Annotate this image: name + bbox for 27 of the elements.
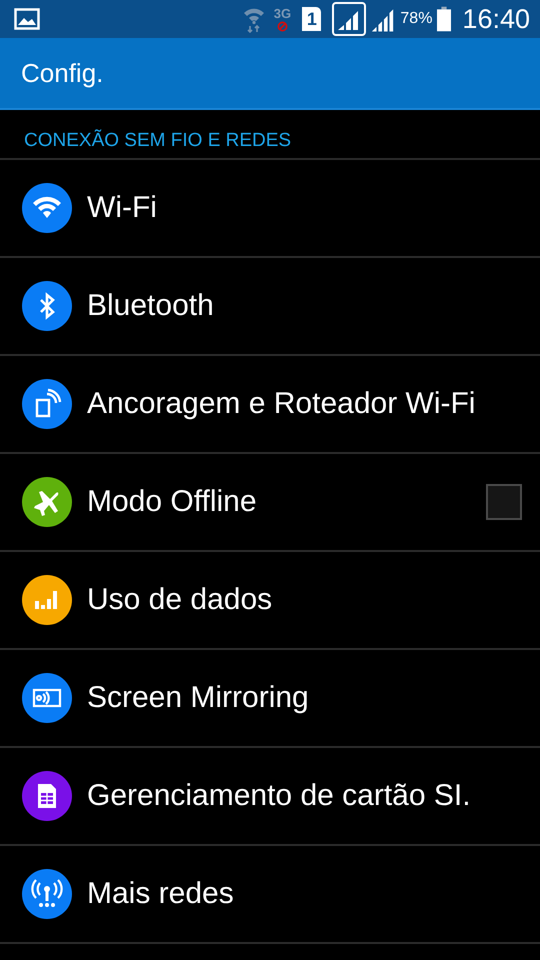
screen-title: Config. xyxy=(21,58,104,88)
settings-item[interactable]: Gerenciamento de cartão SI. xyxy=(0,748,540,846)
battery-icon xyxy=(437,6,452,32)
item-label: Mais redes xyxy=(87,877,235,911)
item-label: Ancoragem e Roteador Wi-Fi xyxy=(87,387,476,421)
item-label: Screen Mirroring xyxy=(87,681,310,715)
settings-item[interactable]: Screen Mirroring xyxy=(0,650,540,748)
blocked-icon xyxy=(276,20,288,32)
section-header: CONEXÃO SEM FIO E REDES xyxy=(24,130,292,152)
sim-badge: 1 xyxy=(302,7,322,31)
image-icon xyxy=(14,8,40,30)
settings-item[interactable]: Uso de dados xyxy=(0,552,540,650)
item-label: Bluetooth xyxy=(87,289,215,323)
network-type-label: 3G xyxy=(274,6,292,20)
item-label: Gerenciamento de cartão SI. xyxy=(87,779,472,813)
item-label: Uso de dados xyxy=(87,583,274,617)
item-label: Wi-Fi xyxy=(87,191,158,225)
item-label: Modo Offline xyxy=(87,485,258,519)
settings-item[interactable]: Wi-Fi xyxy=(0,160,540,258)
signal-icon xyxy=(332,2,366,36)
checkbox[interactable] xyxy=(486,484,522,520)
settings-item[interactable]: Mais redes xyxy=(0,846,540,944)
battery-percent: 78% xyxy=(400,10,432,28)
clock: 16:40 xyxy=(462,4,530,34)
settings-item[interactable]: Ancoragem e Roteador Wi-Fi xyxy=(0,356,540,454)
settings-item[interactable]: Modo Offline xyxy=(0,454,540,552)
settings-item[interactable]: Bluetooth xyxy=(0,258,540,356)
